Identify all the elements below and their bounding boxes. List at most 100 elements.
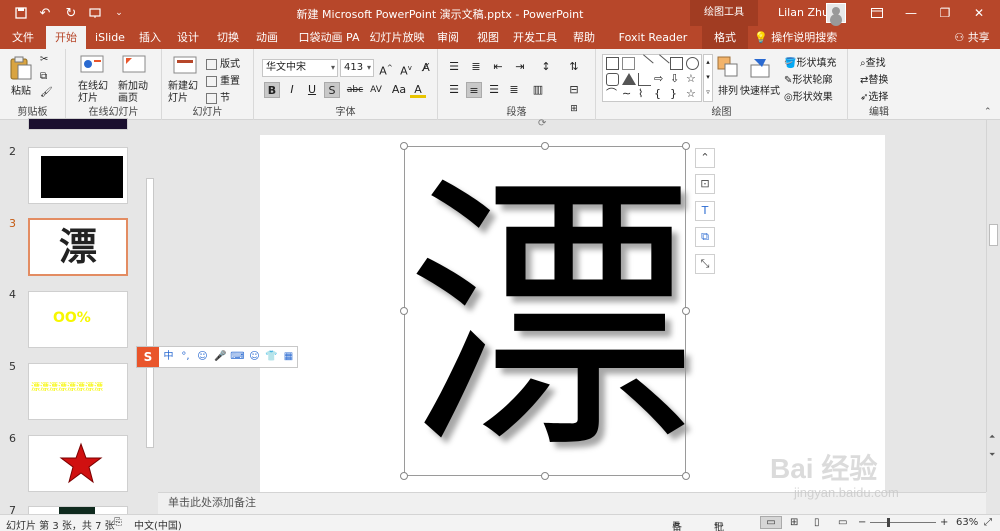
tell-me-search[interactable]: 💡 操作说明搜索 (754, 26, 838, 49)
arrange-button[interactable]: 排列 (718, 82, 738, 97)
reading-view-icon[interactable]: ▯ (814, 517, 820, 528)
next-slide-icon[interactable]: ⏷ (989, 450, 995, 460)
rectangle-shape-icon[interactable] (606, 57, 619, 70)
underline-button[interactable]: U (304, 82, 320, 98)
elbow-shape-icon[interactable] (638, 73, 651, 86)
zoom-level[interactable]: 63% (956, 517, 978, 528)
online-slide-button[interactable]: 在线幻灯片 (78, 81, 108, 105)
zoom-out-icon[interactable]: − (858, 517, 866, 528)
new-slide-icon[interactable] (172, 54, 198, 78)
tab-review[interactable]: 审阅 (432, 26, 464, 49)
cut-icon[interactable]: ✂ (40, 54, 48, 65)
shapes-gallery[interactable]: ⇨ ⇩ ☆ ⌒ ∼ ⌇ { } ☆ (602, 54, 702, 102)
resize-icon[interactable]: ⤡ (695, 254, 715, 274)
quick-styles-button[interactable]: 快速样式 (740, 82, 780, 97)
decrease-font-icon[interactable]: Av (398, 60, 414, 78)
format-painter-icon[interactable]: 🖌 (40, 87, 53, 98)
reset-button[interactable]: 重置 (206, 72, 240, 87)
text-box-icon[interactable]: T (695, 201, 715, 221)
resize-handle-tl[interactable] (400, 142, 408, 150)
paste-icon[interactable] (8, 55, 34, 80)
font-size-select[interactable]: 413 ▾ (340, 59, 374, 77)
font-name-select[interactable]: 华文中宋 ▾ (262, 59, 338, 77)
zoom-slider[interactable] (870, 522, 936, 523)
layers-icon[interactable]: ⧉ (695, 227, 715, 247)
align-right-icon[interactable]: ☰ (486, 82, 502, 98)
resize-handle-tr[interactable] (682, 142, 690, 150)
clear-format-icon[interactable]: A̸ (418, 60, 434, 76)
new-animation-page-icon[interactable] (122, 54, 148, 78)
avatar[interactable] (826, 3, 846, 23)
selection-box[interactable] (404, 146, 686, 476)
arrow-shape-icon[interactable] (651, 54, 670, 73)
restore-icon[interactable]: ❐ (928, 0, 962, 26)
freeform-shape-icon[interactable]: ⌇ (638, 88, 651, 101)
mic-icon[interactable]: 🎤 (213, 349, 228, 365)
tab-slideshow[interactable]: 幻灯片放映 (369, 26, 425, 49)
close-icon[interactable]: ✕ (962, 0, 996, 26)
editor-scrollbar-thumb[interactable] (989, 224, 998, 246)
fit-slide-icon[interactable]: ⤢ (984, 517, 992, 528)
align-center-icon[interactable]: ≡ (466, 82, 482, 98)
font-color-button[interactable]: A (410, 82, 426, 98)
slide-thumbnail-5[interactable]: 漂漂漂漂漂漂漂漂 (28, 363, 128, 420)
text-direction-icon[interactable]: ⇅ (566, 59, 582, 75)
tab-islide[interactable]: iSlide (92, 26, 128, 49)
tab-file[interactable]: 文件 (6, 26, 40, 49)
arrange-icon[interactable] (716, 55, 742, 79)
shape-effects-button[interactable]: ◎形状效果 (784, 88, 833, 103)
ime-punctuation[interactable]: °, (178, 349, 193, 365)
resize-handle-r[interactable] (682, 307, 690, 315)
minimize-icon[interactable]: — (894, 0, 928, 26)
tab-insert[interactable]: 插入 (134, 26, 166, 49)
arrow-down-shape-icon[interactable]: ⇩ (670, 73, 683, 86)
shirt-icon[interactable]: 👕 (264, 349, 279, 365)
quick-styles-icon[interactable] (748, 55, 774, 79)
spellcheck-icon[interactable]: ⎘ (114, 517, 122, 528)
thumbnails-scrollbar[interactable] (143, 120, 156, 514)
tab-developer[interactable]: 开发工具 (510, 26, 560, 49)
resize-handle-l[interactable] (400, 307, 408, 315)
slideshow-view-icon[interactable]: ▭ (838, 517, 847, 528)
tab-foxit[interactable]: Foxit Reader PDF (610, 26, 696, 67)
sogou-logo-icon[interactable]: S (137, 347, 159, 367)
arc-shape-icon[interactable]: ⌒ (606, 88, 619, 101)
paste-button[interactable]: 粘贴 (11, 82, 31, 97)
normal-view-icon[interactable]: ▭ (760, 516, 782, 529)
justify-icon[interactable]: ≣ (506, 82, 522, 98)
copy-icon[interactable]: ⧉ (40, 71, 47, 82)
keyboard-icon[interactable]: ⌨ (230, 349, 245, 365)
section-button[interactable]: 节 (206, 89, 230, 104)
star-shape-icon-2[interactable]: ☆ (686, 88, 699, 101)
ime-chinese-mode[interactable]: 中 (161, 349, 176, 365)
language-indicator[interactable]: 中文(中国) (134, 517, 182, 531)
thumbnails-scrollbar-thumb[interactable] (146, 178, 154, 448)
ribbon-display-icon[interactable] (860, 0, 894, 26)
slide-thumbnail-1[interactable] (28, 118, 128, 130)
tab-animations[interactable]: 动画 (251, 26, 283, 49)
online-slide-icon[interactable] (80, 54, 106, 78)
new-slide-button[interactable]: 新建幻灯片 (168, 81, 202, 105)
select-button[interactable]: ➶选择 (860, 88, 888, 103)
increase-font-icon[interactable]: A^ (378, 60, 394, 78)
brace-right-shape-icon[interactable]: } (670, 88, 683, 101)
resize-handle-b[interactable] (541, 472, 549, 480)
slide-thumbnail-6[interactable] (28, 435, 128, 492)
collapse-ribbon-icon[interactable]: ⌃ (984, 107, 992, 117)
shadow-button[interactable]: S (324, 82, 340, 98)
replace-button[interactable]: ⇄替换 (860, 71, 888, 86)
tab-pocket-animation[interactable]: 口袋动画 PA (294, 26, 364, 49)
textbox-shape-icon[interactable] (622, 57, 635, 70)
tab-format[interactable]: 格式 (702, 26, 748, 49)
oval-shape-icon[interactable] (686, 57, 699, 70)
tab-transitions[interactable]: 切换 (212, 26, 244, 49)
tab-design[interactable]: 设计 (172, 26, 204, 49)
shape-fill-button[interactable]: 🪣形状填充 (784, 54, 836, 69)
slide-thumbnail-4[interactable]: OO% (28, 291, 128, 348)
strikethrough-button[interactable]: abc (344, 82, 366, 98)
zoom-slider-thumb[interactable] (887, 518, 890, 527)
change-case-button[interactable]: Aa (388, 82, 410, 98)
align-text-icon[interactable]: ⊟ (566, 82, 582, 98)
curve-shape-icon[interactable]: ∼ (622, 88, 635, 101)
arrow-right-shape-icon[interactable]: ⇨ (654, 73, 667, 86)
